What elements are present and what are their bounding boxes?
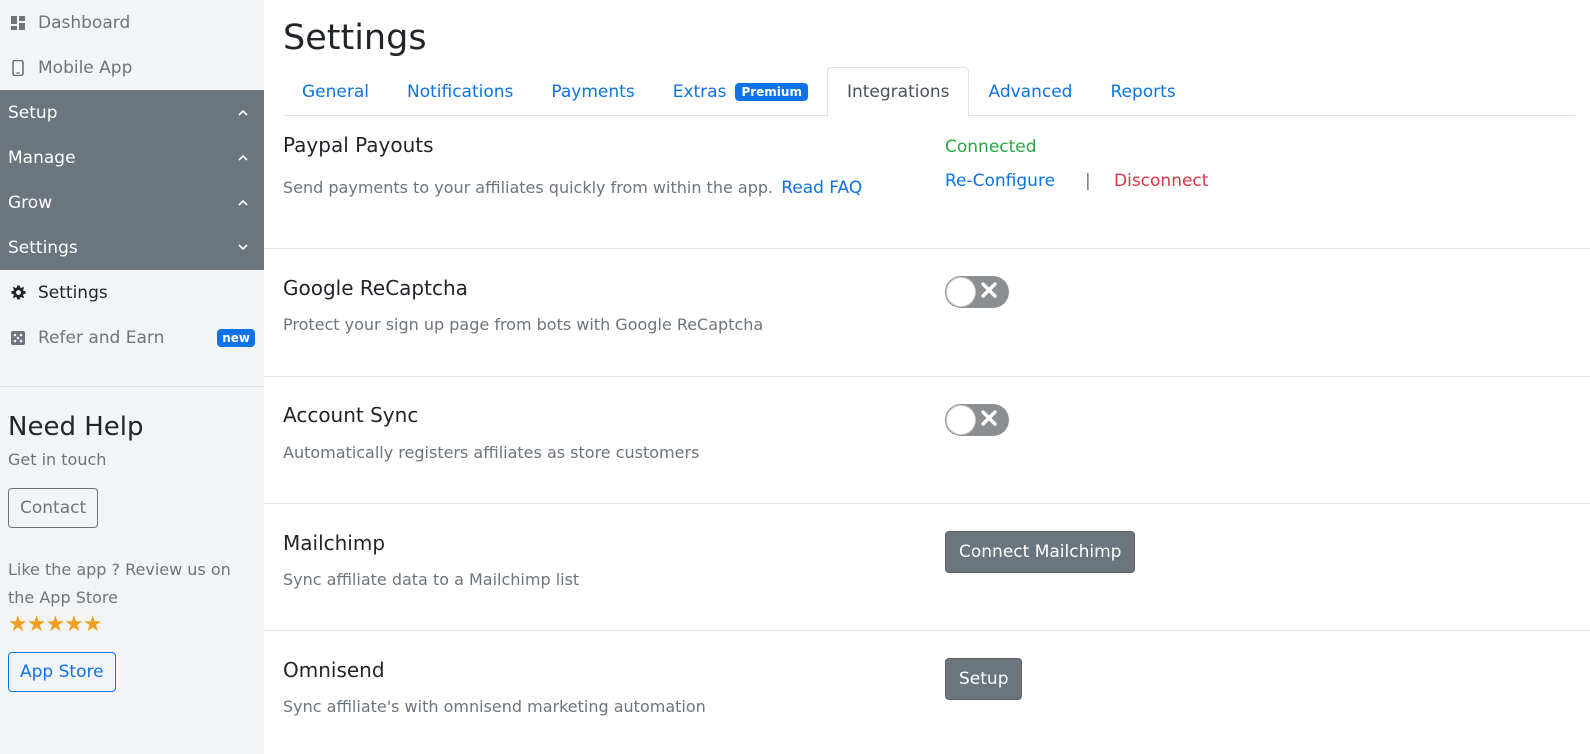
app-store-button[interactable]: App Store [8,652,116,692]
integration-description: Sync affiliate's with omnisend marketing… [283,697,706,716]
recaptcha-toggle[interactable] [945,276,1009,308]
help-panel: Need Help Get in touch Contact Like the … [8,412,256,692]
integration-description: Automatically registers affiliates as st… [283,443,700,462]
omnisend-setup-button[interactable]: Setup [945,658,1023,700]
toggle-knob [946,405,976,435]
page-title: Settings [283,18,427,58]
tab-label: Reports [1110,81,1176,102]
sidebar-item-mobile-app[interactable]: Mobile App [0,45,264,90]
help-subtitle: Get in touch [8,450,107,469]
integration-title: Mailchimp [283,531,386,555]
row-divider [264,376,1590,377]
row-divider [264,248,1590,249]
tab-reports[interactable]: Reports [1091,67,1194,116]
sidebar-group-grow[interactable]: Grow [0,180,264,225]
settings-tabs: General Notifications Payments Extras Pre… [283,67,1575,117]
premium-badge: Premium [735,82,808,101]
sidebar-item-refer-and-earn[interactable]: Refer and Earn new [0,315,264,360]
integration-title: Omnisend [283,658,385,682]
sidebar-group-label: Manage [8,147,76,168]
integration-title: Account Sync [283,403,419,427]
sidebar-group-label: Settings [8,237,78,258]
sidebar-group-settings[interactable]: Settings [0,225,264,270]
tab-integrations[interactable]: Integrations [826,67,970,117]
tab-payments[interactable]: Payments [532,67,653,116]
tab-general[interactable]: General [283,67,388,116]
close-icon [981,410,997,426]
row-divider [264,503,1590,504]
reconfigure-link[interactable]: Re-Configure [945,171,1055,191]
dashboard-icon [8,13,28,33]
sidebar-item-dashboard[interactable]: Dashboard [0,0,264,45]
tab-label: Payments [551,81,635,102]
integration-title: Google ReCaptcha [283,276,468,300]
chevron-up-icon [236,106,250,120]
description-text: Send payments to your affiliates quickly… [283,178,774,197]
new-badge: new [217,328,255,347]
close-icon [981,282,997,298]
rating-stars: ★★★★★ [8,612,103,637]
tab-label: General [302,81,369,102]
chevron-up-icon [236,196,250,210]
sidebar-group-label: Grow [8,192,53,213]
sidebar-group-label: Setup [8,102,58,123]
sidebar: Dashboard Mobile App Setup Manage Grow S… [0,0,264,754]
integration-title: Paypal Payouts [283,133,434,157]
sidebar-group-setup[interactable]: Setup [0,90,264,135]
row-divider [264,630,1590,631]
tab-label: Notifications [407,81,514,102]
read-faq-link[interactable]: Read FAQ [781,178,862,198]
contact-button[interactable]: Contact [8,488,99,528]
tab-label: Extras [672,81,727,102]
sidebar-divider [0,386,264,387]
review-prompt: Like the app ? Review us on the App Stor… [8,560,231,607]
tab-label: Integrations [846,82,950,102]
disconnect-link[interactable]: Disconnect [1114,171,1208,191]
chevron-down-icon [236,241,250,255]
gear-icon [8,283,28,303]
sidebar-item-label: Refer and Earn [38,327,165,348]
tab-advanced[interactable]: Advanced [969,67,1091,116]
help-title: Need Help [8,412,144,442]
main-content: Settings General Notifications Payments … [264,0,1590,754]
tab-extras[interactable]: Extras Premium [654,67,827,116]
connect-mailchimp-button[interactable]: Connect Mailchimp [945,531,1136,573]
integration-description: Send payments to your affiliates quickly… [283,178,862,198]
toggle-knob [946,277,976,307]
sidebar-group-manage[interactable]: Manage [0,135,264,180]
account-sync-toggle[interactable] [945,404,1009,436]
mobile-phone-icon [8,58,28,78]
tab-label: Advanced [988,81,1073,102]
sidebar-item-label: Mobile App [38,57,133,78]
sidebar-item-label: Dashboard [38,12,131,33]
dice-icon [8,328,28,348]
chevron-up-icon [236,151,250,165]
sidebar-item-label: Settings [38,282,108,303]
sidebar-item-settings[interactable]: Settings [0,270,264,315]
tab-notifications[interactable]: Notifications [388,67,532,116]
integration-description: Protect your sign up page from bots with… [283,315,764,334]
connection-status: Connected [945,137,1037,157]
link-separator: | [1085,171,1091,191]
integration-description: Sync affiliate data to a Mailchimp list [283,570,580,589]
